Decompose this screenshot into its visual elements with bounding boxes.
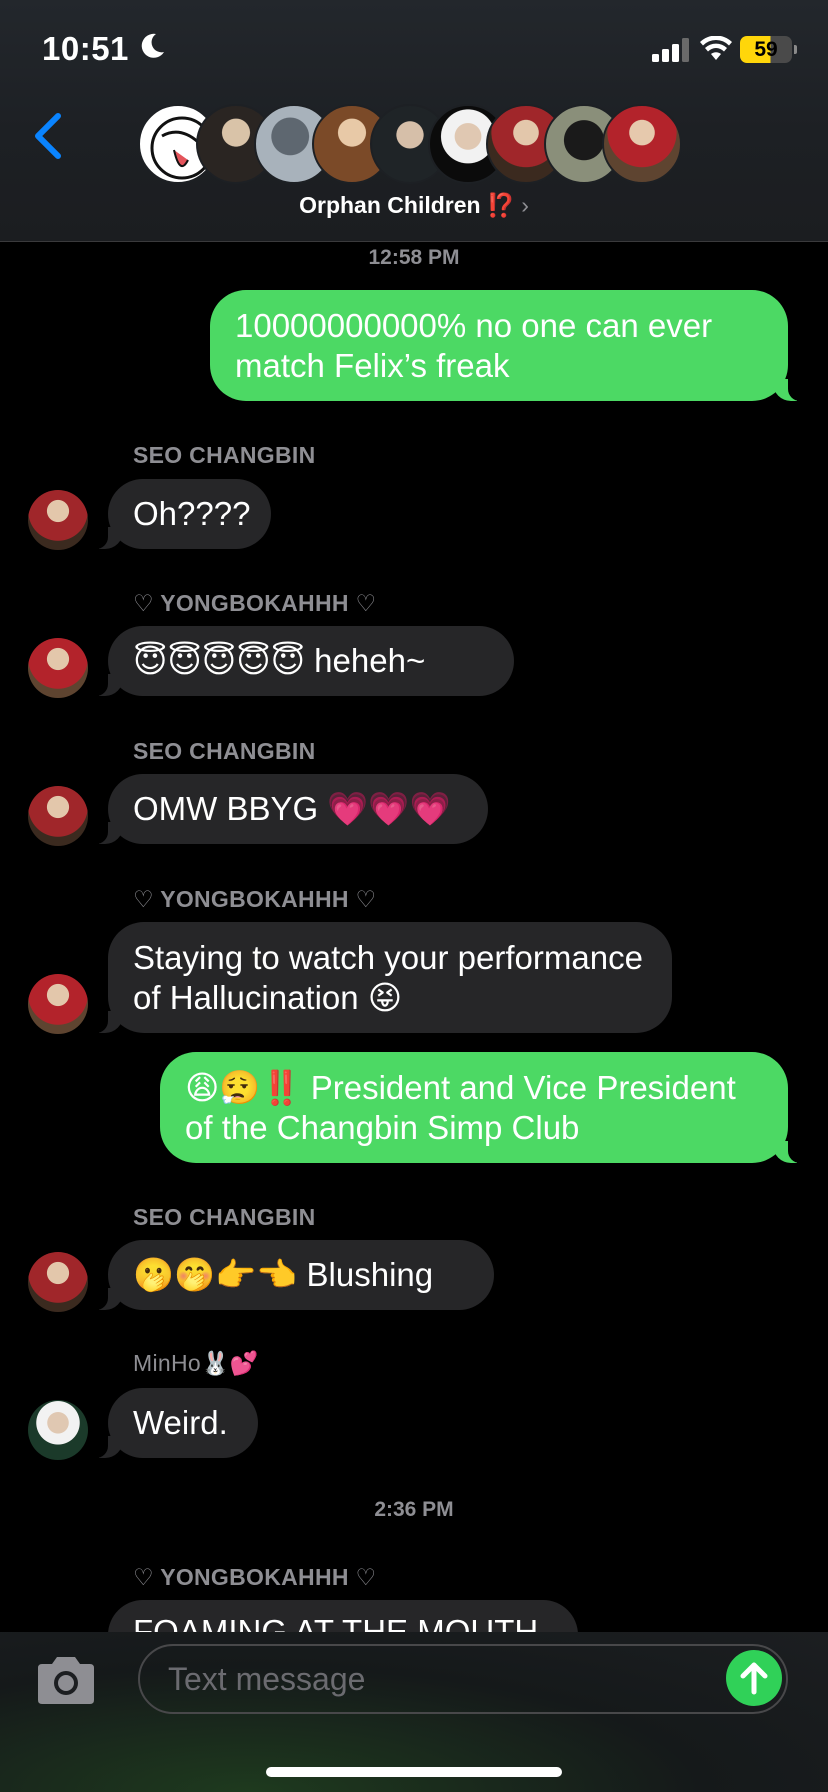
status-time: 10:51 — [42, 30, 129, 67]
sender-name: SEO CHANGBIN — [133, 1204, 316, 1230]
home-indicator — [266, 1767, 562, 1777]
message-bubble-incoming[interactable]: Staying to watch your performance of Hal… — [88, 922, 672, 1033]
message-text: Oh???? — [133, 495, 251, 532]
battery-indicator: 59 — [740, 36, 797, 63]
message-bubble-incoming[interactable]: OMW BBYG 💗💗💗 — [88, 774, 488, 844]
avatar[interactable] — [28, 1400, 88, 1460]
arrow-up-icon — [740, 1662, 768, 1695]
sender-name: ♡ YONGBOKAHHH ♡ — [133, 1564, 377, 1590]
message-text: OMW BBYG 💗💗💗 — [133, 790, 451, 827]
send-button[interactable] — [726, 1650, 782, 1706]
group-name-title[interactable]: Orphan Children ⁉️ › — [0, 192, 828, 219]
conversation-header: 10:51 59 Orphan Children ⁉️ › — [0, 0, 828, 242]
message-input-placeholder: Text message — [168, 1661, 366, 1697]
message-bubble-outgoing[interactable]: 10000000000% no one can ever match Felix… — [210, 290, 808, 401]
message-bubble-incoming[interactable]: 😇😇😇😇😇 heheh~ — [88, 626, 514, 696]
message-text: 😩😮‍💨‼️ President and Vice President of t… — [185, 1068, 736, 1146]
message-text: 🫢🤭👉👈 Blushing — [133, 1256, 434, 1293]
message-timestamp: 2:36 PM — [374, 1498, 454, 1521]
message-text: Staying to watch your performance of Hal… — [133, 938, 643, 1016]
wifi-icon — [700, 36, 732, 60]
message-timestamp: 12:58 PM — [368, 246, 460, 269]
message-text: 10000000000% no one can ever match Felix… — [235, 306, 713, 384]
exclamation-question-icon: ⁉️ — [486, 192, 516, 218]
sender-name: ♡ YONGBOKAHHH ♡ — [133, 590, 377, 616]
composer-bar: Text message — [0, 1632, 828, 1792]
avatar[interactable] — [28, 638, 88, 698]
moon-icon — [141, 33, 164, 58]
camera-icon[interactable] — [34, 1654, 98, 1706]
message-bubble-outgoing[interactable]: 😩😮‍💨‼️ President and Vice President of t… — [160, 1052, 808, 1163]
sender-name: MinHo🐰💕 — [133, 1350, 259, 1376]
message-text: 😇😇😇😇😇 heheh~ — [133, 642, 426, 679]
group-avatar-stack[interactable] — [138, 104, 698, 184]
avatar[interactable] — [28, 974, 88, 1034]
chevron-right-icon: › — [521, 192, 529, 218]
back-chevron-icon[interactable] — [28, 108, 68, 164]
avatar[interactable] — [28, 786, 88, 846]
message-text: Weird. — [133, 1404, 228, 1441]
message-input[interactable]: Text message — [138, 1644, 788, 1714]
sender-name: SEO CHANGBIN — [133, 738, 316, 764]
sender-name: ♡ YONGBOKAHHH ♡ — [133, 886, 377, 912]
message-bubble-incoming[interactable]: Weird. — [88, 1388, 258, 1458]
avatar[interactable] — [28, 1252, 88, 1312]
sender-name: SEO CHANGBIN — [133, 442, 316, 468]
group-avatar — [602, 104, 682, 184]
cellular-signal-icon — [652, 38, 689, 62]
avatar[interactable] — [28, 490, 88, 550]
message-bubble-incoming[interactable]: 🫢🤭👉👈 Blushing — [88, 1240, 494, 1310]
group-name-label: Orphan Children — [299, 192, 481, 218]
message-bubble-incoming[interactable]: Oh???? — [88, 479, 271, 549]
